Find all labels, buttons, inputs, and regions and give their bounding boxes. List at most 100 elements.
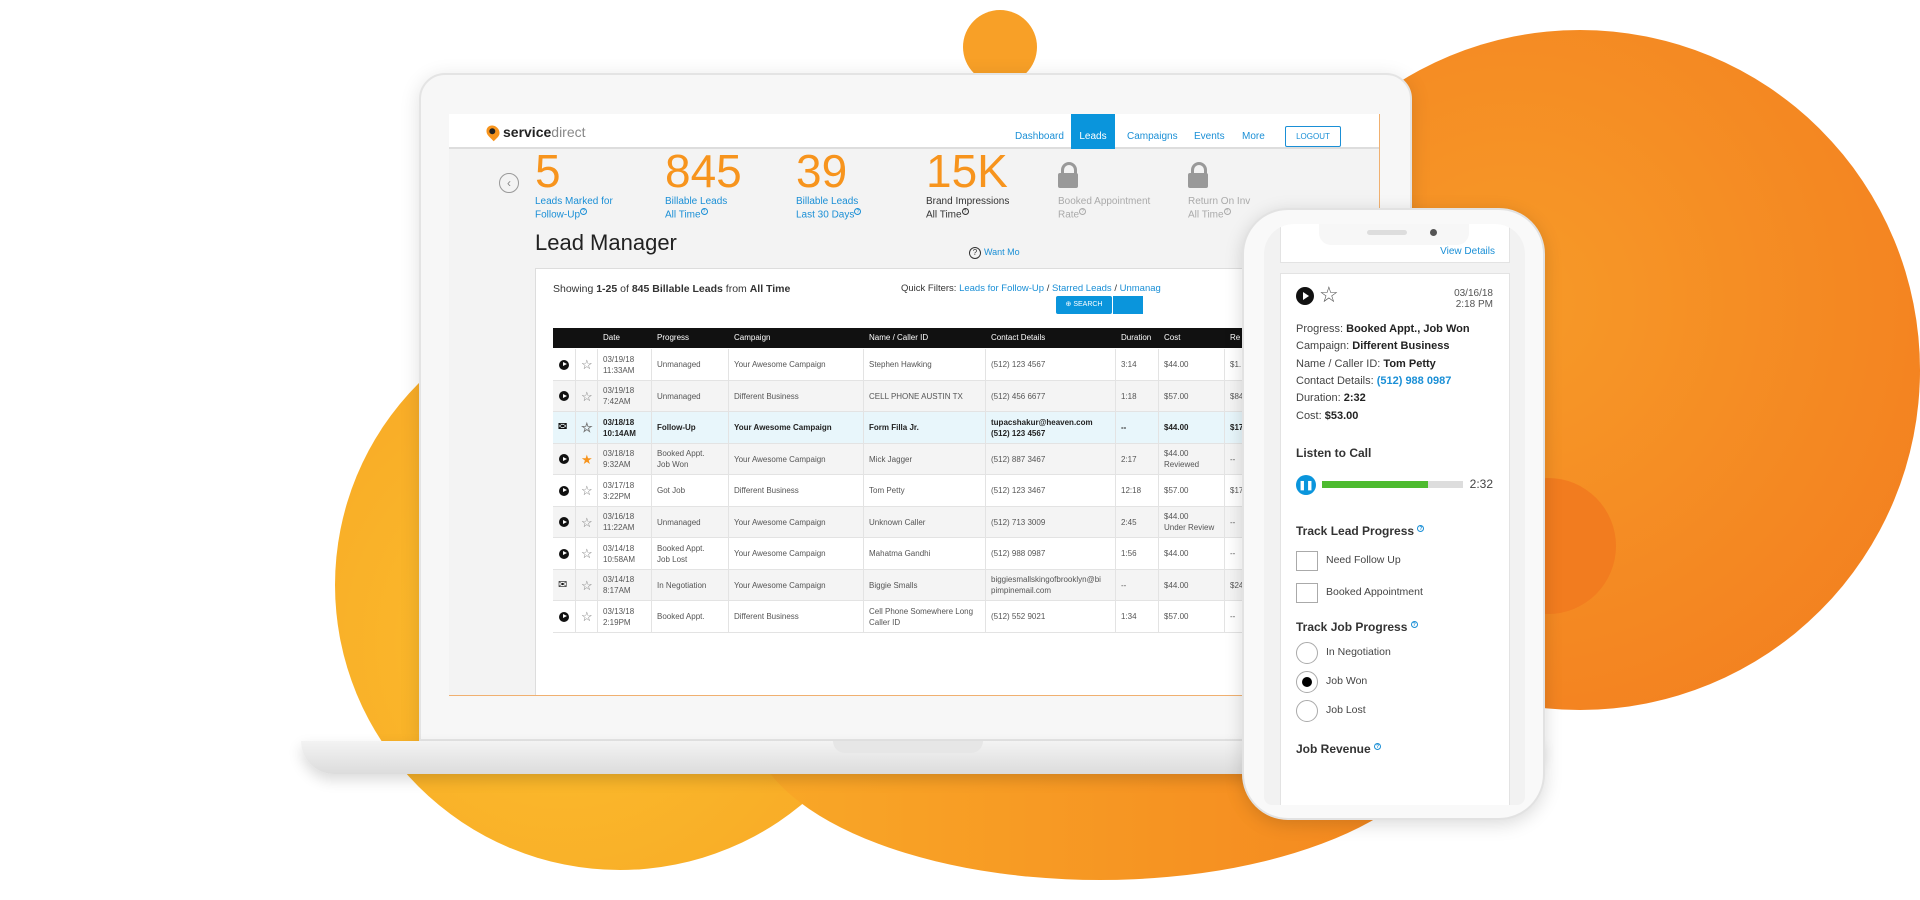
star-icon[interactable]: ☆ [581, 358, 597, 371]
stat-1[interactable]: 845 Billable Leads All Time? [665, 148, 742, 221]
filter-unmanaged[interactable]: Unmanag [1120, 283, 1161, 294]
nav-dashboard[interactable]: Dashboard [1015, 114, 1064, 149]
detail-5: Cost: $53.00 [1296, 410, 1358, 422]
cell: Follow-Up [652, 412, 729, 444]
time: 11:22AM [603, 523, 635, 533]
stat-3[interactable]: 15K Brand Impressions All Time? [926, 148, 1009, 221]
help-icon: ? [1417, 525, 1425, 532]
cell: $57.00 [1159, 601, 1225, 633]
detail-value: Tom Petty [1383, 357, 1436, 370]
cell: Unknown Caller [864, 506, 986, 538]
name: Biggie Smalls [869, 580, 918, 590]
view-details-link[interactable]: View Details [1440, 246, 1495, 257]
cell: $44.00 Reviewed [1159, 443, 1225, 475]
in-negotiation-radio[interactable] [1296, 642, 1318, 664]
laptop-screen: servicedirect Dashboard Leads Campaigns … [449, 114, 1380, 696]
play-icon[interactable] [559, 548, 569, 559]
play-icon[interactable] [1296, 287, 1314, 305]
star-icon[interactable]: ☆ [581, 610, 597, 623]
back-arrow-icon[interactable]: ‹ [499, 173, 519, 193]
logout-button[interactable]: LOGOUT [1285, 126, 1341, 147]
play-icon[interactable] [559, 454, 569, 465]
stat-label-line1: Billable Leads [796, 196, 859, 207]
column-header[interactable]: Duration [1116, 328, 1159, 348]
name: Unknown Caller [869, 517, 926, 527]
phone-notch [1319, 224, 1469, 245]
campaign: Your Awesome Campaign [734, 517, 826, 527]
star-icon[interactable]: ☆ [581, 579, 597, 592]
stat-label-line2: All Time? [665, 208, 742, 221]
play-icon[interactable] [559, 359, 569, 370]
stat-2[interactable]: 39 Billable Leads Last 30 Days? [796, 148, 862, 221]
cell: Different Business [729, 475, 864, 507]
play-icon[interactable] [559, 391, 569, 402]
detail-value[interactable]: (512) 988 0987 [1377, 375, 1452, 387]
time: 2:19PM [603, 617, 631, 627]
cell: ☆ [576, 412, 598, 444]
showing-of: of [617, 283, 632, 295]
name: Mahatma Gandhi [869, 549, 931, 559]
star-icon[interactable]: ☆ [581, 421, 597, 434]
date: 03/14/18 [603, 543, 635, 553]
play-icon[interactable] [559, 485, 569, 496]
contact: (512) 456 6677 [991, 391, 1046, 401]
star-icon[interactable]: ☆ [581, 516, 597, 529]
stat-5[interactable]: Return On Inv All Time? [1188, 150, 1250, 221]
column-header[interactable]: Progress [652, 328, 729, 348]
star-icon[interactable]: ★ [581, 453, 597, 466]
column-header[interactable]: Name / Caller ID [864, 328, 986, 348]
stat-4[interactable]: Booked Appointment Rate? [1058, 150, 1150, 221]
column-header[interactable]: Date [598, 328, 652, 348]
nav-events[interactable]: Events [1194, 114, 1225, 149]
lead-detail-card [1280, 273, 1510, 805]
duration: 1:34 [1121, 612, 1137, 622]
duration: -- [1121, 580, 1127, 590]
play-icon[interactable] [559, 517, 569, 528]
detail-value: Booked Appt., Job Won [1346, 323, 1470, 335]
envelope-icon[interactable]: ✉ [558, 579, 575, 591]
stat-label-line1: Return On Inv [1188, 196, 1251, 207]
time: 3:22PM [603, 491, 631, 501]
job-lost-radio[interactable] [1296, 700, 1318, 722]
column-header[interactable]: Campaign [729, 328, 864, 348]
cell: Cell Phone Somewhere Long Caller ID [864, 601, 986, 633]
nav-leads[interactable]: Leads [1071, 114, 1115, 149]
secondary-action-button[interactable] [1113, 296, 1143, 314]
job-won-label: Job Won [1326, 675, 1368, 687]
cell: Biggie Smalls [864, 569, 986, 601]
search-button[interactable]: ⊕ SEARCH [1056, 296, 1112, 314]
play-icon[interactable] [559, 611, 569, 622]
pause-icon[interactable]: ❚❚ [1296, 475, 1316, 495]
job-won-radio[interactable] [1296, 671, 1318, 693]
cell: 03/14/18 8:17AM [598, 569, 652, 601]
envelope-icon[interactable]: ✉ [558, 422, 575, 433]
booked-appointment-checkbox[interactable] [1296, 583, 1318, 603]
detail-label: Campaign: [1296, 340, 1353, 353]
column-header[interactable]: Cost [1159, 328, 1225, 348]
want-more-link[interactable]: ? Want Mo [969, 247, 1020, 259]
need-follow-up-checkbox[interactable] [1296, 551, 1318, 571]
star-icon[interactable]: ☆ [581, 390, 597, 403]
phone-screen: View Details ☆ 03/16/18 2:18 PM Listen to… [1264, 224, 1525, 805]
cell: biggiesmallskingofbrooklyn@bi pimpinemail… [986, 569, 1116, 601]
filter-follow-up[interactable]: Leads for Follow-Up [959, 283, 1044, 294]
column-header[interactable] [576, 328, 598, 348]
filter-starred[interactable]: Starred Leads [1052, 283, 1112, 294]
stat-0[interactable]: 5 Leads Marked for Follow-Up? [535, 148, 613, 221]
column-header[interactable] [553, 328, 576, 348]
nav-campaigns[interactable]: Campaigns [1127, 114, 1178, 149]
star-icon[interactable]: ☆ [1319, 282, 1339, 308]
cell: $44.00 [1159, 569, 1225, 601]
star-icon[interactable]: ☆ [581, 484, 597, 497]
job-revenue-label: Job Revenue [1296, 742, 1371, 756]
audio-progress-track[interactable] [1322, 481, 1463, 488]
cost: $44.00 [1164, 549, 1189, 559]
logo[interactable]: servicedirect [483, 122, 586, 142]
nav-more[interactable]: More [1242, 114, 1265, 149]
date: 03/14/18 [603, 575, 635, 585]
progress: Unmanaged [657, 360, 701, 370]
cell: Your Awesome Campaign [729, 349, 864, 381]
cell: 03/18/18 10:14AM [598, 412, 652, 444]
star-icon[interactable]: ☆ [581, 547, 597, 560]
column-header[interactable]: Contact Details [986, 328, 1116, 348]
